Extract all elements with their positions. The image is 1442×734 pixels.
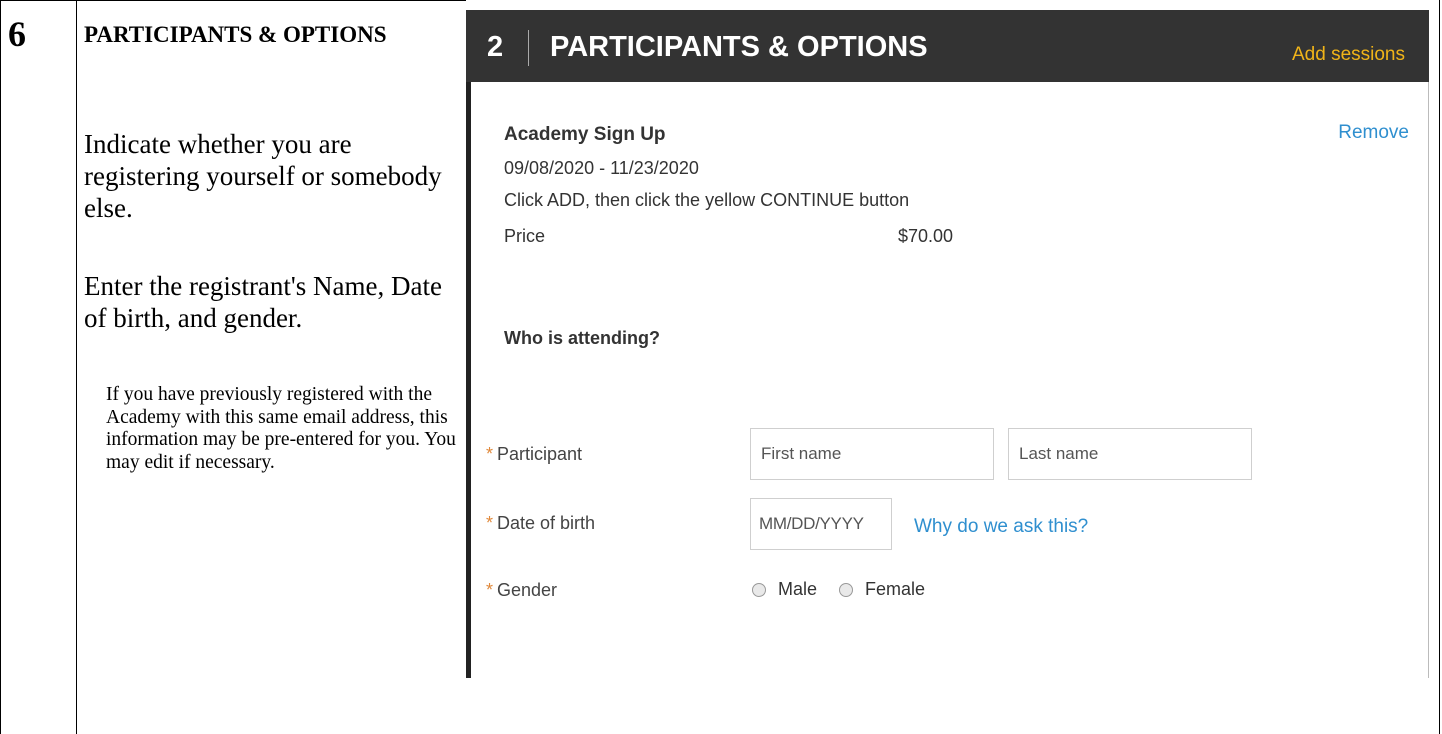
- section-step-index: 2: [487, 31, 504, 63]
- gender-label-text: Gender: [497, 580, 558, 600]
- program-title: Academy Sign Up: [504, 124, 666, 145]
- participant-label-text: Participant: [497, 444, 583, 464]
- price-label: Price: [504, 226, 546, 246]
- add-sessions-link[interactable]: Add sessions: [1292, 44, 1405, 66]
- first-name-input[interactable]: [750, 428, 994, 480]
- registration-screenshot: 2 PARTICIPANTS & OPTIONS Add sessions Ac…: [466, 0, 1429, 678]
- doc-paragraph-registrant: Enter the registrant's Name, Date of bir…: [84, 271, 442, 333]
- section-title: PARTICIPANTS & OPTIONS: [550, 31, 928, 63]
- required-marker: *: [486, 513, 494, 533]
- gender-label: * Gender: [486, 580, 557, 601]
- header-divider: [528, 30, 529, 66]
- table-column-rule: [76, 0, 77, 734]
- screenshot-right-border: [1428, 82, 1429, 678]
- step-number: 6: [8, 14, 26, 54]
- dob-input[interactable]: [750, 498, 892, 550]
- doc-paragraph-registering: Indicate whether you are registering you…: [84, 129, 442, 223]
- male-label: Male: [778, 579, 818, 599]
- why-ask-link[interactable]: Why do we ask this?: [914, 516, 1088, 538]
- dob-label-text: Date of birth: [497, 513, 596, 533]
- who-attending-heading: Who is attending?: [504, 328, 660, 348]
- dob-label: * Date of birth: [486, 513, 595, 534]
- gender-option-male[interactable]: Male: [752, 579, 817, 600]
- table-top-rule: [0, 0, 466, 1]
- program-dates: 09/08/2020 - 11/23/2020: [504, 158, 699, 178]
- participant-label: * Participant: [486, 444, 582, 465]
- section-header: 2 PARTICIPANTS & OPTIONS Add sessions: [466, 10, 1429, 82]
- required-marker: *: [486, 580, 494, 600]
- table-left-rule: [0, 0, 1, 734]
- gender-radio-group: Male Female: [752, 579, 947, 600]
- gender-option-female[interactable]: Female: [839, 579, 925, 600]
- table-right-rule: [1439, 0, 1440, 734]
- required-marker: *: [486, 444, 494, 464]
- female-label: Female: [865, 579, 926, 599]
- female-radio[interactable]: [839, 582, 854, 597]
- screenshot-left-border: [466, 82, 471, 678]
- price-value: $70.00: [898, 226, 954, 246]
- doc-heading: PARTICIPANTS & OPTIONS: [84, 22, 387, 47]
- doc-note: If you have previously registered with t…: [106, 384, 456, 473]
- male-radio[interactable]: [752, 582, 766, 597]
- last-name-input[interactable]: [1008, 428, 1252, 480]
- program-instructions: Click ADD, then click the yellow CONTINU…: [504, 190, 910, 210]
- remove-link[interactable]: Remove: [1338, 122, 1409, 144]
